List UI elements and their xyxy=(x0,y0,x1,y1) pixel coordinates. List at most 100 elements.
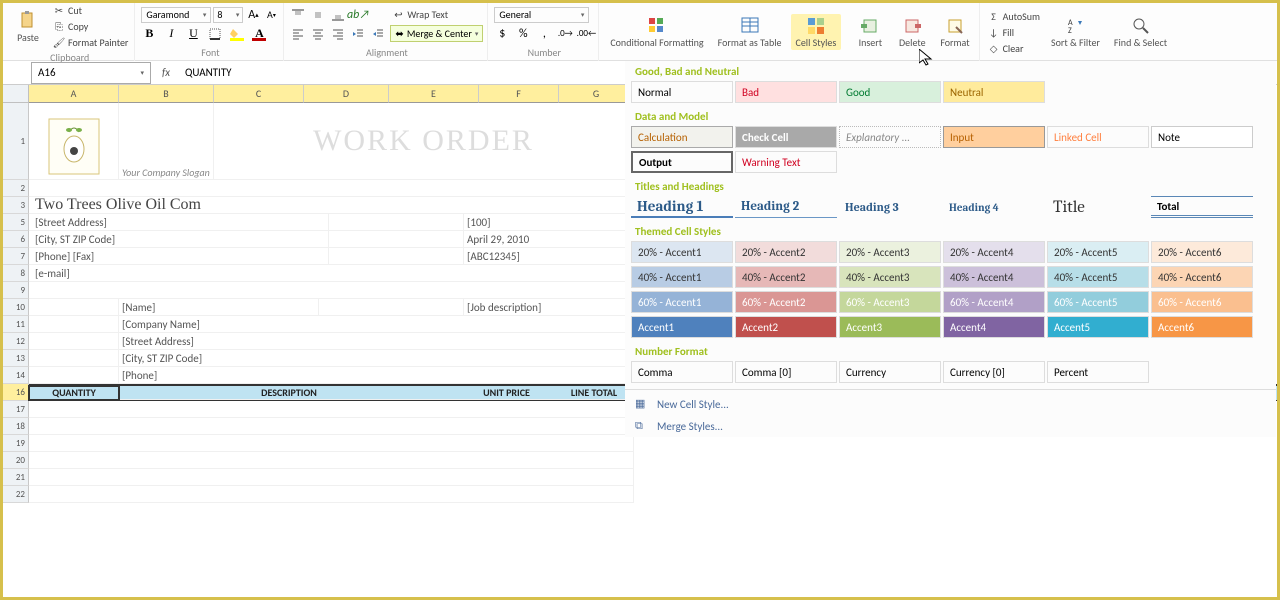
row-header[interactable]: 19 xyxy=(3,435,29,452)
row-header[interactable]: 14 xyxy=(3,367,29,384)
style-title[interactable]: Title xyxy=(1047,196,1149,218)
style-good[interactable]: Good xyxy=(839,81,941,103)
cell[interactable]: [Phone] [Fax] xyxy=(29,248,329,265)
style-swatch[interactable]: 40% - Accent5 xyxy=(1047,266,1149,288)
align-right-button[interactable] xyxy=(330,26,346,42)
col-header[interactable]: D xyxy=(304,85,389,103)
row-header[interactable]: 5 xyxy=(3,214,29,231)
style-swatch[interactable]: 20% - Accent3 xyxy=(839,241,941,263)
style-swatch[interactable]: 20% - Accent5 xyxy=(1047,241,1149,263)
find-select-button[interactable]: Find & Select xyxy=(1109,14,1172,50)
new-cell-style-button[interactable]: ▦New Cell Style... xyxy=(625,393,1276,415)
description-header[interactable]: DESCRIPTION xyxy=(119,386,459,400)
style-normal[interactable]: Normal xyxy=(631,81,733,103)
name-box[interactable]: A16▾ xyxy=(31,62,151,84)
fx-button[interactable]: fx xyxy=(151,66,181,79)
cell[interactable]: [Company Name] xyxy=(119,316,634,333)
col-header[interactable]: E xyxy=(389,85,479,103)
style-swatch[interactable]: Accent6 xyxy=(1151,316,1253,338)
row-header[interactable]: 3 xyxy=(3,197,29,214)
row-header[interactable]: 8 xyxy=(3,265,29,282)
bold-button[interactable]: B xyxy=(141,26,157,42)
line-total-header[interactable]: LINE TOTAL xyxy=(554,386,634,400)
style-swatch[interactable]: 20% - Accent1 xyxy=(631,241,733,263)
clear-button[interactable]: ◇Clear xyxy=(986,41,1042,56)
col-header[interactable]: F xyxy=(479,85,559,103)
style-swatch[interactable]: 20% - Accent6 xyxy=(1151,241,1253,263)
comma-format-button[interactable]: , xyxy=(536,26,552,42)
col-header[interactable]: A xyxy=(29,85,119,103)
style-swatch[interactable]: 60% - Accent6 xyxy=(1151,291,1253,313)
cell-styles-button[interactable]: Cell Styles xyxy=(791,14,842,50)
autosum-button[interactable]: ΣAutoSum xyxy=(986,9,1042,24)
increase-indent-button[interactable] xyxy=(370,26,386,42)
row-header[interactable]: 7 xyxy=(3,248,29,265)
shrink-font-button[interactable]: A▾ xyxy=(263,7,279,23)
quantity-header[interactable]: QUANTITY xyxy=(29,386,119,400)
cell[interactable]: April 29, 2010 xyxy=(464,231,634,248)
style-bad[interactable]: Bad xyxy=(735,81,837,103)
fill-button[interactable]: ↓Fill xyxy=(986,25,1042,40)
style-swatch[interactable]: 40% - Accent3 xyxy=(839,266,941,288)
style-output[interactable]: Output xyxy=(631,151,733,173)
style-swatch[interactable]: 40% - Accent1 xyxy=(631,266,733,288)
row-header[interactable]: 13 xyxy=(3,350,29,367)
align-center-button[interactable] xyxy=(310,26,326,42)
format-cells-button[interactable]: Format xyxy=(935,14,974,50)
fill-color-button[interactable] xyxy=(229,26,245,42)
unit-price-header[interactable]: UNIT PRICE xyxy=(459,386,554,400)
style-check-cell[interactable]: Check Cell xyxy=(735,126,837,148)
underline-button[interactable]: U xyxy=(185,26,201,42)
cut-button[interactable]: ✂Cut xyxy=(51,3,130,18)
style-input[interactable]: Input xyxy=(943,126,1045,148)
cell[interactable]: [e-mail] xyxy=(29,265,634,282)
row-header[interactable]: 22 xyxy=(3,486,29,503)
company-name-cell[interactable]: Two Trees Olive Oil Com xyxy=(29,197,634,214)
row-header[interactable]: 17 xyxy=(3,401,29,418)
decrease-indent-button[interactable] xyxy=(350,26,366,42)
merge-center-button[interactable]: ⬌Merge & Center▾ xyxy=(390,25,483,42)
cell[interactable]: [Phone] xyxy=(119,367,634,384)
increase-decimal-button[interactable]: .0→ xyxy=(557,26,573,42)
select-all-corner[interactable] xyxy=(3,85,29,103)
style-swatch[interactable]: 40% - Accent2 xyxy=(735,266,837,288)
font-family-combo[interactable]: Garamond▾ xyxy=(141,7,211,23)
row-header[interactable]: 6 xyxy=(3,231,29,248)
style-heading3[interactable]: Heading 3 xyxy=(839,196,941,218)
style-swatch[interactable]: Accent2 xyxy=(735,316,837,338)
delete-cells-button[interactable]: Delete xyxy=(893,14,931,50)
row-header[interactable]: 18 xyxy=(3,418,29,435)
border-button[interactable] xyxy=(207,26,223,42)
grow-font-button[interactable]: A▴ xyxy=(245,7,261,23)
style-swatch[interactable]: Comma xyxy=(631,361,733,383)
cell[interactable]: [City, ST ZIP Code] xyxy=(29,231,329,248)
cell[interactable]: [100] xyxy=(464,214,634,231)
row-header[interactable]: 12 xyxy=(3,333,29,350)
row-header[interactable]: 2 xyxy=(3,180,29,197)
style-swatch[interactable]: 60% - Accent3 xyxy=(839,291,941,313)
align-left-button[interactable] xyxy=(290,26,306,42)
row-header[interactable]: 1 xyxy=(3,103,29,180)
style-linked-cell[interactable]: Linked Cell xyxy=(1047,126,1149,148)
style-total[interactable]: Total xyxy=(1151,196,1253,218)
style-swatch[interactable]: 60% - Accent1 xyxy=(631,291,733,313)
style-swatch[interactable]: Accent1 xyxy=(631,316,733,338)
style-swatch[interactable]: Comma [0] xyxy=(735,361,837,383)
style-swatch[interactable]: 60% - Accent5 xyxy=(1047,291,1149,313)
wrap-text-button[interactable]: ↩Wrap Text xyxy=(390,7,483,22)
cell[interactable]: [Street Address] xyxy=(29,214,329,231)
style-swatch[interactable]: Currency [0] xyxy=(943,361,1045,383)
style-swatch[interactable]: Currency xyxy=(839,361,941,383)
row-header[interactable]: 9 xyxy=(3,282,29,299)
col-header[interactable]: B xyxy=(119,85,214,103)
align-bottom-button[interactable] xyxy=(330,7,346,23)
style-swatch[interactable]: Accent4 xyxy=(943,316,1045,338)
align-top-button[interactable] xyxy=(290,7,306,23)
number-format-combo[interactable]: General▾ xyxy=(494,7,589,23)
style-explanatory[interactable]: Explanatory ... xyxy=(839,126,941,148)
cell[interactable]: [Street Address] xyxy=(119,333,634,350)
col-header[interactable]: C xyxy=(214,85,304,103)
row-header[interactable]: 21 xyxy=(3,469,29,486)
row-header[interactable]: 10 xyxy=(3,299,29,316)
row-header[interactable]: 11 xyxy=(3,316,29,333)
